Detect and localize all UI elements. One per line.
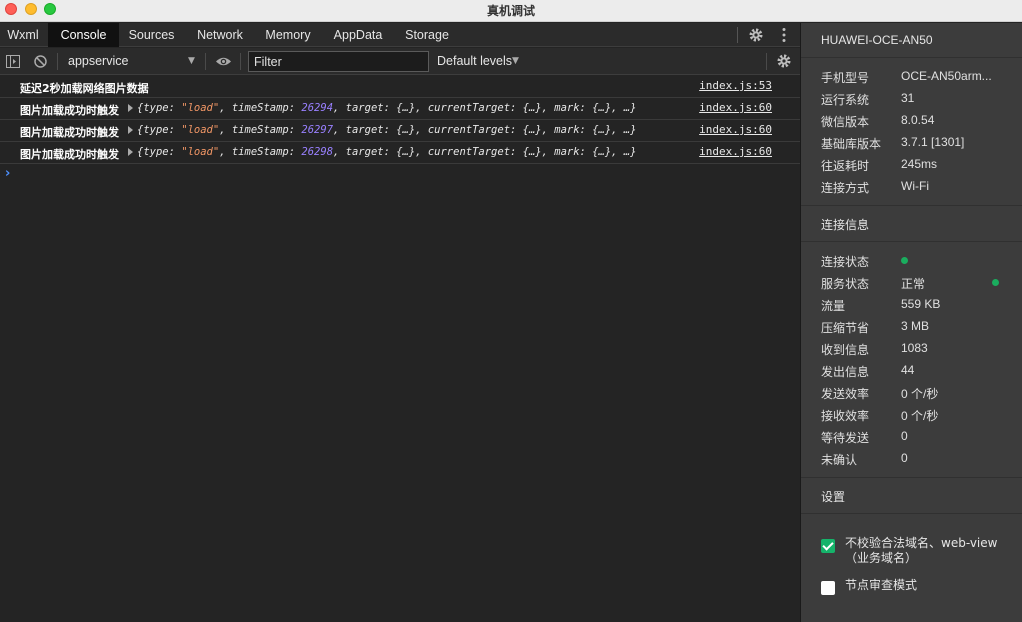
toolbar-divider: [240, 53, 241, 70]
skip-domain-check-checkbox[interactable]: [821, 539, 835, 553]
console-prompt[interactable]: ›: [5, 166, 10, 181]
console-output: 延迟2秒加载网络图片数据 index.js:53 图片加载成功时触发 {type…: [0, 76, 800, 181]
tab-storage[interactable]: Storage: [396, 23, 458, 47]
console-toolbar: appservice ▼ Default levels ▼: [0, 48, 800, 75]
context-selector[interactable]: appservice: [68, 54, 128, 68]
toolbar-divider: [766, 53, 767, 70]
tab-sources[interactable]: Sources: [119, 23, 184, 47]
tab-appdata[interactable]: AppData: [322, 23, 394, 47]
tab-wxml[interactable]: Wxml: [0, 23, 46, 47]
console-settings-gear-icon[interactable]: [776, 53, 792, 69]
device-info-panel: HUAWEI-OCE-AN50 手机型号 OCE-AN50arm... 运行系统 3…: [801, 23, 1022, 622]
log-message: 图片加载成功时触发: [20, 148, 119, 161]
live-expression-eye-icon[interactable]: [215, 56, 232, 67]
log-message: 图片加载成功时触发: [20, 104, 119, 117]
connection-section-title: 连接信息: [821, 218, 870, 232]
toolbar-divider: [205, 53, 206, 70]
connection-status-dot: [901, 257, 908, 264]
sidebar-toggle-icon[interactable]: [6, 55, 20, 68]
log-message: 延迟2秒加载网络图片数据: [20, 82, 149, 95]
tab-memory[interactable]: Memory: [256, 23, 320, 47]
clear-console-icon[interactable]: [34, 55, 47, 68]
section-divider: [801, 241, 1022, 242]
expand-object-icon[interactable]: [128, 104, 133, 112]
context-dropdown-icon[interactable]: ▼: [188, 56, 195, 66]
devtools-pane: Wxml Console Sources Network Memory AppD…: [0, 23, 800, 622]
console-log-row: 图片加载成功时触发 {type: "load", timeStamp: 2629…: [0, 142, 800, 164]
window-titlebar: 真机调试: [0, 0, 1022, 22]
log-source-link[interactable]: index.js:60: [699, 101, 772, 114]
device-name: HUAWEI-OCE-AN50: [821, 33, 933, 47]
expand-object-icon[interactable]: [128, 126, 133, 134]
section-divider: [801, 205, 1022, 206]
expand-object-icon[interactable]: [128, 148, 133, 156]
service-status-dot: [992, 279, 999, 286]
settings-gear-icon[interactable]: [748, 27, 764, 43]
skip-domain-check-label[interactable]: 不校验合法域名、web-view（业务域名）: [845, 536, 1005, 566]
more-options-icon[interactable]: [782, 27, 786, 43]
tabbar-divider: [737, 27, 738, 43]
console-log-row: 图片加载成功时触发 {type: "load", timeStamp: 2629…: [0, 98, 800, 120]
console-log-row: 图片加载成功时触发 {type: "load", timeStamp: 2629…: [0, 120, 800, 142]
console-log-row: 延迟2秒加载网络图片数据 index.js:53: [0, 76, 800, 98]
log-source-link[interactable]: index.js:53: [699, 79, 772, 92]
log-source-link[interactable]: index.js:60: [699, 145, 772, 158]
section-divider: [801, 57, 1022, 58]
log-source-link[interactable]: index.js:60: [699, 123, 772, 136]
log-levels-dropdown[interactable]: Default levels: [437, 54, 512, 68]
log-object-preview[interactable]: {type: "load", timeStamp: 26294, target:…: [137, 102, 636, 114]
levels-dropdown-icon[interactable]: ▼: [512, 56, 519, 66]
log-object-preview[interactable]: {type: "load", timeStamp: 26298, target:…: [137, 146, 636, 158]
section-divider: [801, 477, 1022, 478]
log-object-preview[interactable]: {type: "load", timeStamp: 26297, target:…: [137, 124, 636, 136]
log-message: 图片加载成功时触发: [20, 126, 119, 139]
section-divider: [801, 513, 1022, 514]
tab-console[interactable]: Console: [48, 23, 119, 47]
window-title: 真机调试: [486, 4, 535, 18]
filter-input[interactable]: [248, 51, 429, 72]
tab-network[interactable]: Network: [186, 23, 254, 47]
settings-section-title: 设置: [821, 490, 846, 504]
node-inspect-checkbox[interactable]: [821, 581, 835, 595]
devtools-tabbar: Wxml Console Sources Network Memory AppD…: [0, 23, 800, 47]
toolbar-divider: [57, 53, 58, 70]
node-inspect-label[interactable]: 节点审查模式: [845, 578, 1005, 593]
